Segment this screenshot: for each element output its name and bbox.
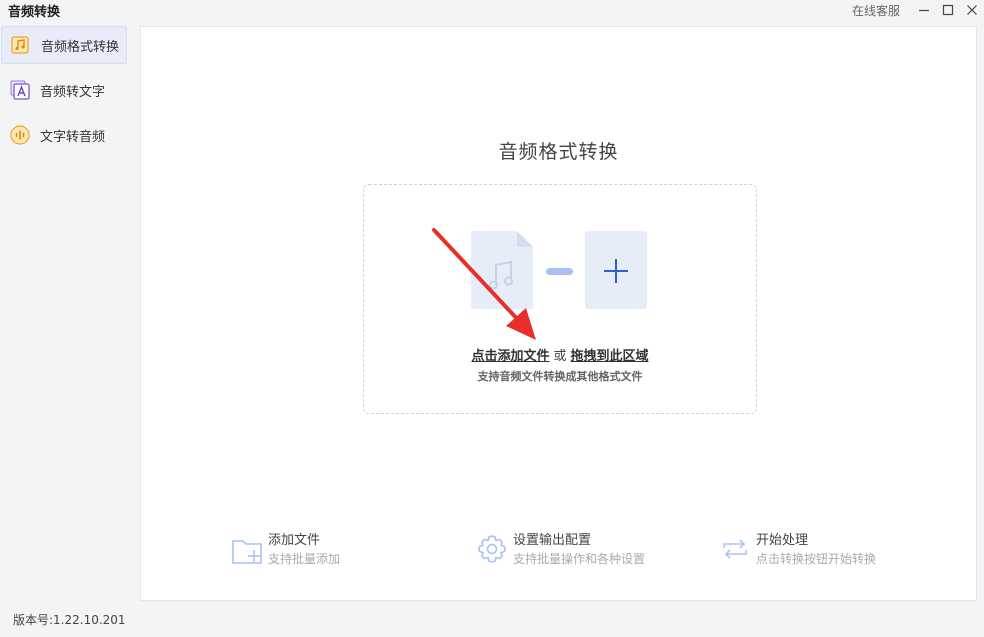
minimize-icon [919,9,929,12]
sidebar: 音频格式转换 音频转文字 文字转音频 [0,26,140,161]
feature-title: 开始处理 [756,533,809,548]
close-icon [967,5,977,15]
feature-steps: 添加文件 支持批量添加 设置输出配置 支持批量操作和各种设置 开始处理 点击转换… [141,527,976,577]
page-title: 音频格式转换 [498,141,619,163]
title-actions: 在线客服 [852,0,984,20]
feature-subtitle: 点击转换按钮开始转换 [756,552,877,566]
version-label: 版本号:1.22.10.201 [13,613,126,627]
music-note-icon [9,33,33,57]
maximize-icon [942,4,954,16]
title-bar: 音频转换 在线客服 [0,0,984,20]
minimize-button[interactable] [912,0,936,20]
sidebar-item-label: 文字转音频 [40,129,106,145]
audio-bars-icon [8,123,32,147]
feature-title: 设置输出配置 [513,533,592,548]
gear-icon [478,535,506,563]
feature-subtitle: 支持批量添加 [268,552,341,566]
online-support-link[interactable]: 在线客服 [852,2,900,19]
sidebar-item-text-to-audio[interactable]: 文字转音频 [1,116,127,154]
maximize-button[interactable] [936,0,960,20]
click-add-file-link[interactable]: 点击添加文件 [471,349,549,364]
feature-add-files: 添加文件 支持批量添加 [230,532,340,568]
or-label: 或 [553,349,567,364]
folder-add-icon [232,540,262,564]
dropzone-hint: 支持音频文件转换成其他格式文件 [477,370,643,383]
main-panel: 音频格式转换 点击添加文件或拖拽到此区域 支持音频文件转换成其他格式文件 添加文… [140,26,977,601]
app-window: 音频转换 在线客服 音频格式转换 音频转文字 文字转音频 音频格式转换 点击添加… [0,0,984,637]
feature-output-settings: 设置输出配置 支持批量操作和各种设置 [475,532,645,568]
sidebar-item-label: 音频转文字 [40,84,106,100]
drag-here-label: 拖拽到此区域 [570,349,649,364]
feature-start-processing: 开始处理 点击转换按钮开始转换 [718,532,876,568]
sidebar-item-audio-to-text[interactable]: 音频转文字 [1,71,127,109]
app-title: 音频转换 [8,4,61,20]
file-drop-zone[interactable]: 点击添加文件或拖拽到此区域 支持音频文件转换成其他格式文件 [363,184,757,414]
sidebar-item-label: 音频格式转换 [41,39,120,55]
refresh-icon [723,539,747,559]
feature-title: 添加文件 [268,533,321,548]
file-upload-illustration [471,231,647,309]
dropzone-instructions: 点击添加文件或拖拽到此区域 [364,345,756,364]
text-a-icon [8,78,32,102]
close-button[interactable] [960,0,984,20]
feature-subtitle: 支持批量操作和各种设置 [513,552,646,566]
sidebar-item-audio-format[interactable]: 音频格式转换 [1,26,127,64]
